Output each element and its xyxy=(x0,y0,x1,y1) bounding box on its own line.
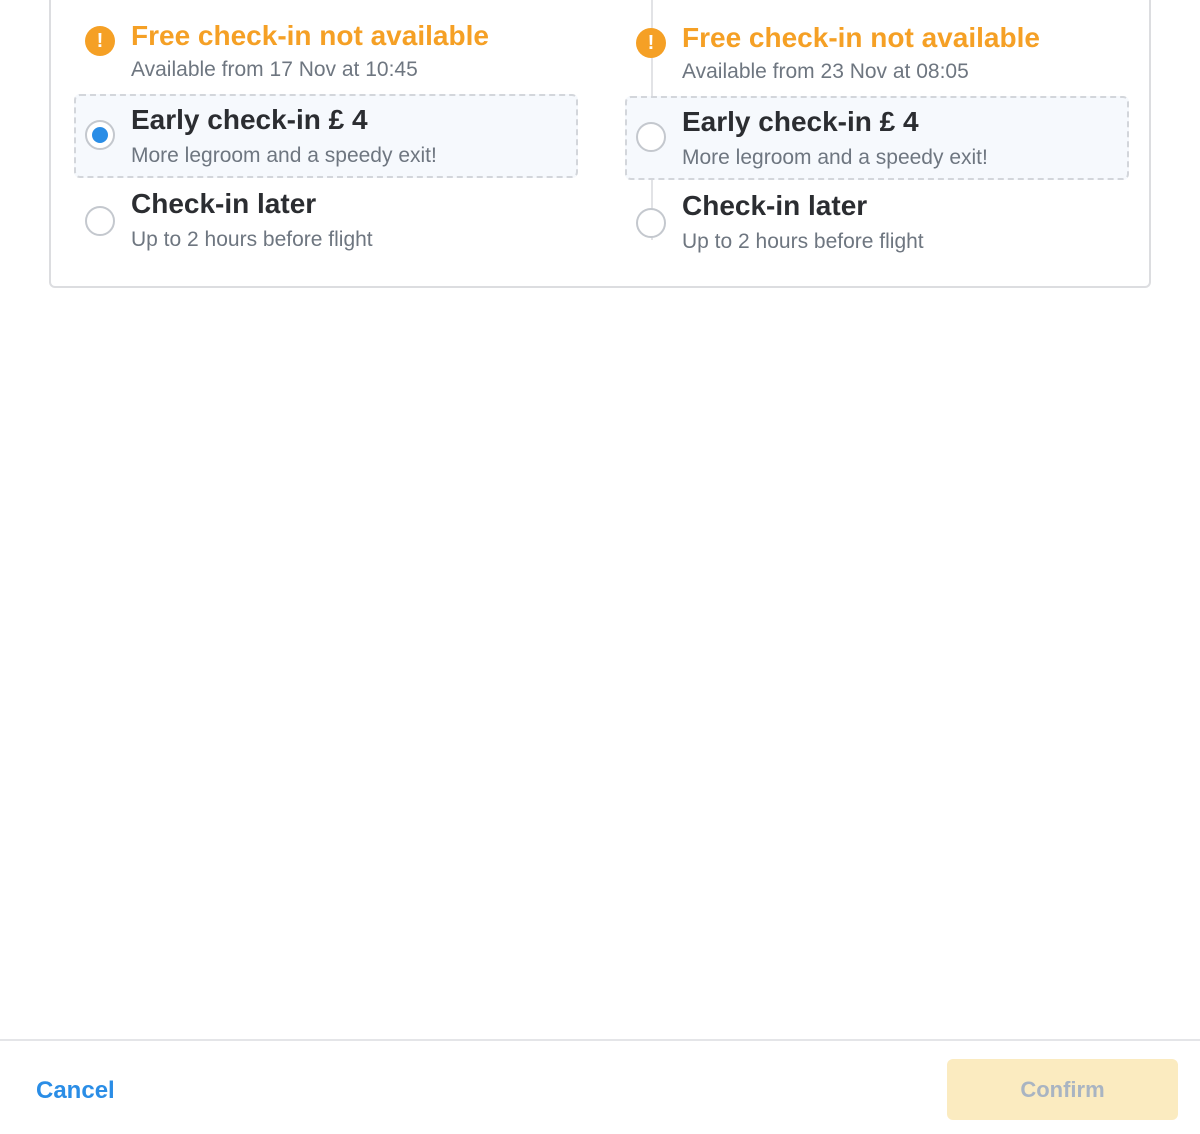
exclamation-icon: ! xyxy=(636,28,666,58)
early-checkin-radio[interactable] xyxy=(85,120,115,150)
option-title: Check-in later xyxy=(682,190,868,221)
cancel-button[interactable]: Cancel xyxy=(36,1077,115,1105)
exclamation-icon: ! xyxy=(85,26,115,56)
early-checkin-option[interactable]: Early check-in £ 4 More legroom and a sp… xyxy=(625,96,1129,180)
option-description: More legroom and a speedy exit! xyxy=(682,146,988,169)
free-checkin-warning: ! Free check-in not available Available … xyxy=(74,18,578,98)
warning-availability: Available from 17 Nov at 10:45 xyxy=(131,58,418,81)
early-checkin-option[interactable]: Early check-in £ 4 More legroom and a sp… xyxy=(74,94,578,178)
option-title: Early check-in £ 4 xyxy=(131,104,368,135)
option-title: Early check-in £ 4 xyxy=(682,106,919,137)
option-title: Check-in later xyxy=(131,188,317,219)
option-description: More legroom and a speedy exit! xyxy=(131,144,437,167)
checkin-options-page: ! Free check-in not available Available … xyxy=(0,0,1200,1134)
free-checkin-warning: ! Free check-in not available Available … xyxy=(625,20,1129,100)
early-checkin-radio[interactable] xyxy=(636,122,666,152)
checkin-later-option[interactable]: Check-in later Up to 2 hours before flig… xyxy=(74,180,578,264)
warning-availability: Available from 23 Nov at 08:05 xyxy=(682,60,969,83)
checkin-later-radio[interactable] xyxy=(636,208,666,238)
warning-title: Free check-in not available xyxy=(682,22,1040,53)
confirm-button[interactable]: Confirm xyxy=(947,1059,1178,1120)
checkin-later-radio[interactable] xyxy=(85,206,115,236)
checkin-later-option[interactable]: Check-in later Up to 2 hours before flig… xyxy=(625,182,1129,266)
option-description: Up to 2 hours before flight xyxy=(682,230,924,253)
option-description: Up to 2 hours before flight xyxy=(131,228,373,251)
warning-title: Free check-in not available xyxy=(131,20,489,51)
footer-divider xyxy=(0,1039,1200,1041)
